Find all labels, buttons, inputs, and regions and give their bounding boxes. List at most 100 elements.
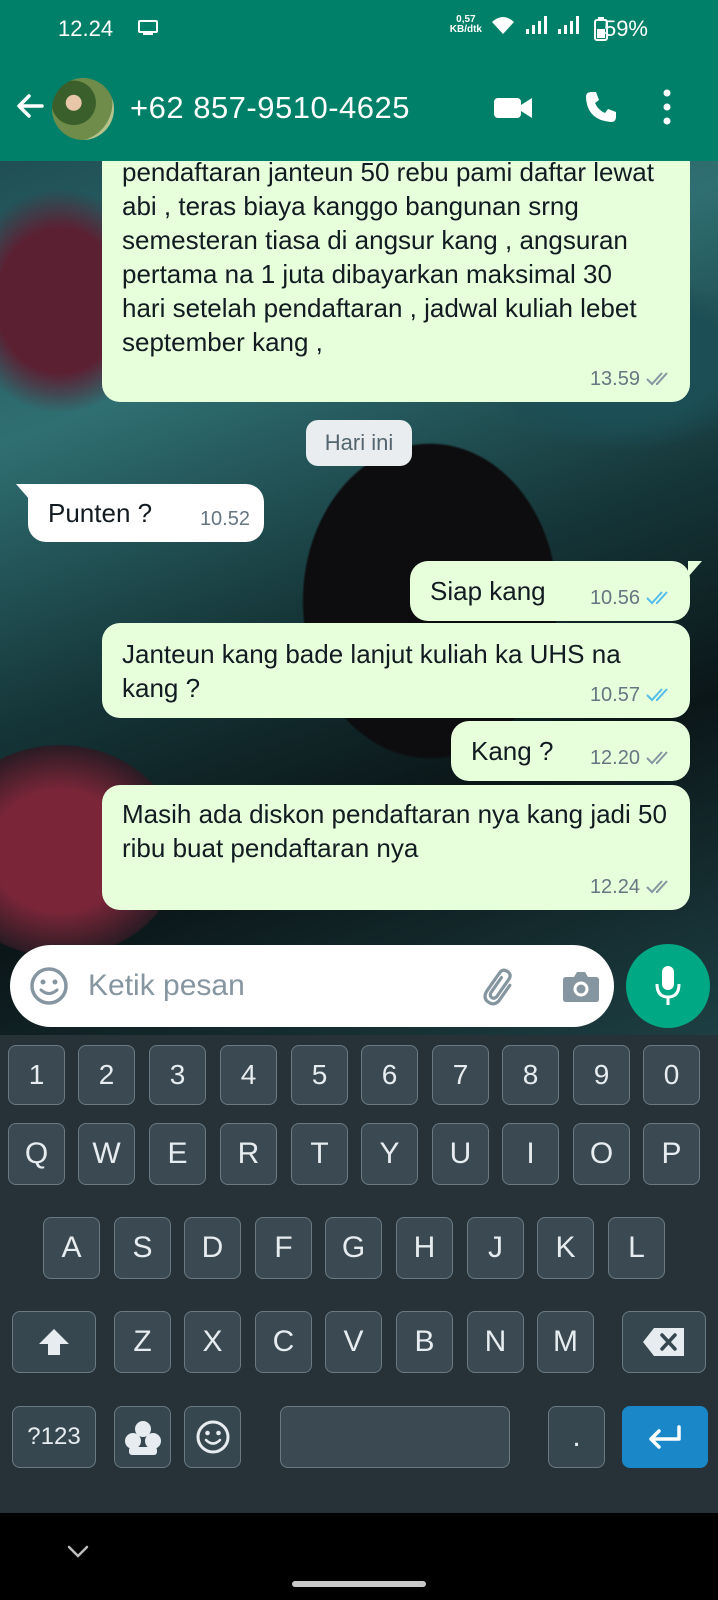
key-e[interactable]: E: [149, 1123, 206, 1185]
message-time: 12.24: [589, 876, 640, 898]
key-0[interactable]: 0: [643, 1045, 700, 1105]
key-k[interactable]: K: [537, 1217, 594, 1279]
signal-2-icon: [558, 16, 579, 34]
message-bubble-incoming[interactable]: Punten ? 10.52: [28, 484, 264, 542]
cast-icon: [138, 20, 158, 35]
message-meta: 12.24: [590, 870, 672, 904]
message-meta: 10.56: [590, 581, 672, 615]
enter-key[interactable]: [622, 1406, 708, 1468]
home-gesture-bar[interactable]: [292, 1581, 426, 1587]
key-o[interactable]: O: [573, 1123, 630, 1185]
backspace-icon: [643, 1328, 684, 1356]
key-6[interactable]: 6: [361, 1045, 418, 1105]
backspace-key[interactable]: [622, 1311, 706, 1373]
contact-name[interactable]: +62 857-9510-4625: [130, 90, 410, 126]
key-w[interactable]: W: [78, 1123, 135, 1185]
keyboard-hide-chevron-icon[interactable]: [66, 1543, 90, 1561]
back-arrow-icon[interactable]: [12, 88, 48, 124]
message-text: Janteun kang bade lanjut kuliah ka UHS n…: [122, 639, 621, 703]
chat-area[interactable]: pendaftaran janteun 50 rebu pami daftar …: [0, 161, 718, 1035]
key-z[interactable]: Z: [114, 1311, 171, 1373]
message-time: 13.59: [589, 368, 640, 390]
emoji-key[interactable]: [184, 1406, 241, 1468]
message-time: 10.57: [589, 684, 640, 706]
emoji-icon[interactable]: [28, 965, 70, 1007]
space-key[interactable]: [280, 1406, 510, 1468]
key-5[interactable]: 5: [291, 1045, 348, 1105]
double-check-icon: [646, 880, 668, 894]
key-b[interactable]: B: [396, 1311, 453, 1373]
video-call-icon[interactable]: [494, 94, 534, 122]
message-input[interactable]: [88, 963, 448, 1009]
key-3[interactable]: 3: [149, 1045, 206, 1105]
voice-record-button[interactable]: [626, 944, 710, 1028]
message-meta: 13.59: [590, 362, 672, 396]
key-9[interactable]: 9: [573, 1045, 630, 1105]
message-bubble-outgoing[interactable]: Siap kang 10.56: [410, 561, 690, 621]
message-time: 10.52: [199, 508, 250, 530]
clipboard-key[interactable]: [114, 1406, 171, 1468]
key-r[interactable]: R: [220, 1123, 277, 1185]
three-leaf-icon: [124, 1421, 161, 1455]
key-p[interactable]: P: [643, 1123, 700, 1185]
message-bubble-outgoing[interactable]: Masih ada diskon pendaftaran nya kang ja…: [102, 785, 690, 910]
symbols-key[interactable]: ?123: [12, 1406, 96, 1468]
attachment-icon[interactable]: [480, 967, 520, 1007]
signal-1-icon: [526, 16, 547, 34]
key-g[interactable]: G: [325, 1217, 382, 1279]
status-icons: 0,57 KB/dtk: [450, 14, 580, 36]
double-check-read-icon: [646, 688, 668, 702]
key-l[interactable]: L: [608, 1217, 665, 1279]
key-v[interactable]: V: [325, 1311, 382, 1373]
contact-avatar[interactable]: [52, 78, 114, 140]
key-8[interactable]: 8: [502, 1045, 559, 1105]
more-options-icon[interactable]: [662, 88, 672, 126]
double-check-icon: [646, 751, 668, 765]
system-navigation-bar: [0, 1513, 718, 1600]
key-u[interactable]: U: [432, 1123, 489, 1185]
net-speed: 0,57 KB/dtk: [449, 14, 482, 35]
message-meta: 10.52: [200, 502, 250, 536]
message-bubble-outgoing[interactable]: Kang ? 12.20: [451, 721, 690, 781]
key-s[interactable]: S: [114, 1217, 171, 1279]
period-key[interactable]: .: [548, 1406, 605, 1468]
enter-arrow-icon: [649, 1425, 681, 1449]
key-n[interactable]: N: [467, 1311, 524, 1373]
wifi-icon: [492, 17, 514, 34]
bubble-tail: [688, 561, 702, 577]
double-check-read-icon: [646, 591, 668, 605]
shift-arrow-icon: [39, 1329, 69, 1355]
message-text: Siap kang: [430, 576, 546, 606]
message-bubble-outgoing[interactable]: Janteun kang bade lanjut kuliah ka UHS n…: [102, 623, 690, 718]
key-1[interactable]: 1: [8, 1045, 65, 1105]
key-i[interactable]: I: [502, 1123, 559, 1185]
key-d[interactable]: D: [184, 1217, 241, 1279]
key-y[interactable]: Y: [361, 1123, 418, 1185]
message-meta: 10.57: [590, 678, 672, 712]
date-divider: Hari ini: [306, 420, 412, 466]
message-time: 10.56: [589, 587, 640, 609]
key-a[interactable]: A: [43, 1217, 100, 1279]
message-meta: 12.20: [590, 741, 672, 775]
key-t[interactable]: T: [291, 1123, 348, 1185]
voice-call-icon[interactable]: [584, 90, 618, 124]
key-c[interactable]: C: [255, 1311, 312, 1373]
key-4[interactable]: 4: [220, 1045, 277, 1105]
key-f[interactable]: F: [255, 1217, 312, 1279]
message-text: pendaftaran janteun 50 rebu pami daftar …: [122, 161, 654, 357]
key-h[interactable]: H: [396, 1217, 453, 1279]
key-q[interactable]: Q: [8, 1123, 65, 1185]
status-time: 12.24: [58, 16, 114, 41]
camera-icon[interactable]: [562, 969, 600, 1003]
chat-header: +62 857-9510-4625: [0, 58, 718, 161]
key-2[interactable]: 2: [78, 1045, 135, 1105]
key-x[interactable]: X: [184, 1311, 241, 1373]
key-7[interactable]: 7: [432, 1045, 489, 1105]
shift-key[interactable]: [12, 1311, 96, 1373]
message-composer: [10, 945, 614, 1027]
key-m[interactable]: M: [537, 1311, 594, 1373]
message-text: Masih ada diskon pendaftaran nya kang ja…: [122, 799, 667, 863]
key-j[interactable]: J: [467, 1217, 524, 1279]
double-check-icon: [646, 372, 668, 386]
message-bubble-outgoing[interactable]: pendaftaran janteun 50 rebu pami daftar …: [102, 161, 690, 402]
